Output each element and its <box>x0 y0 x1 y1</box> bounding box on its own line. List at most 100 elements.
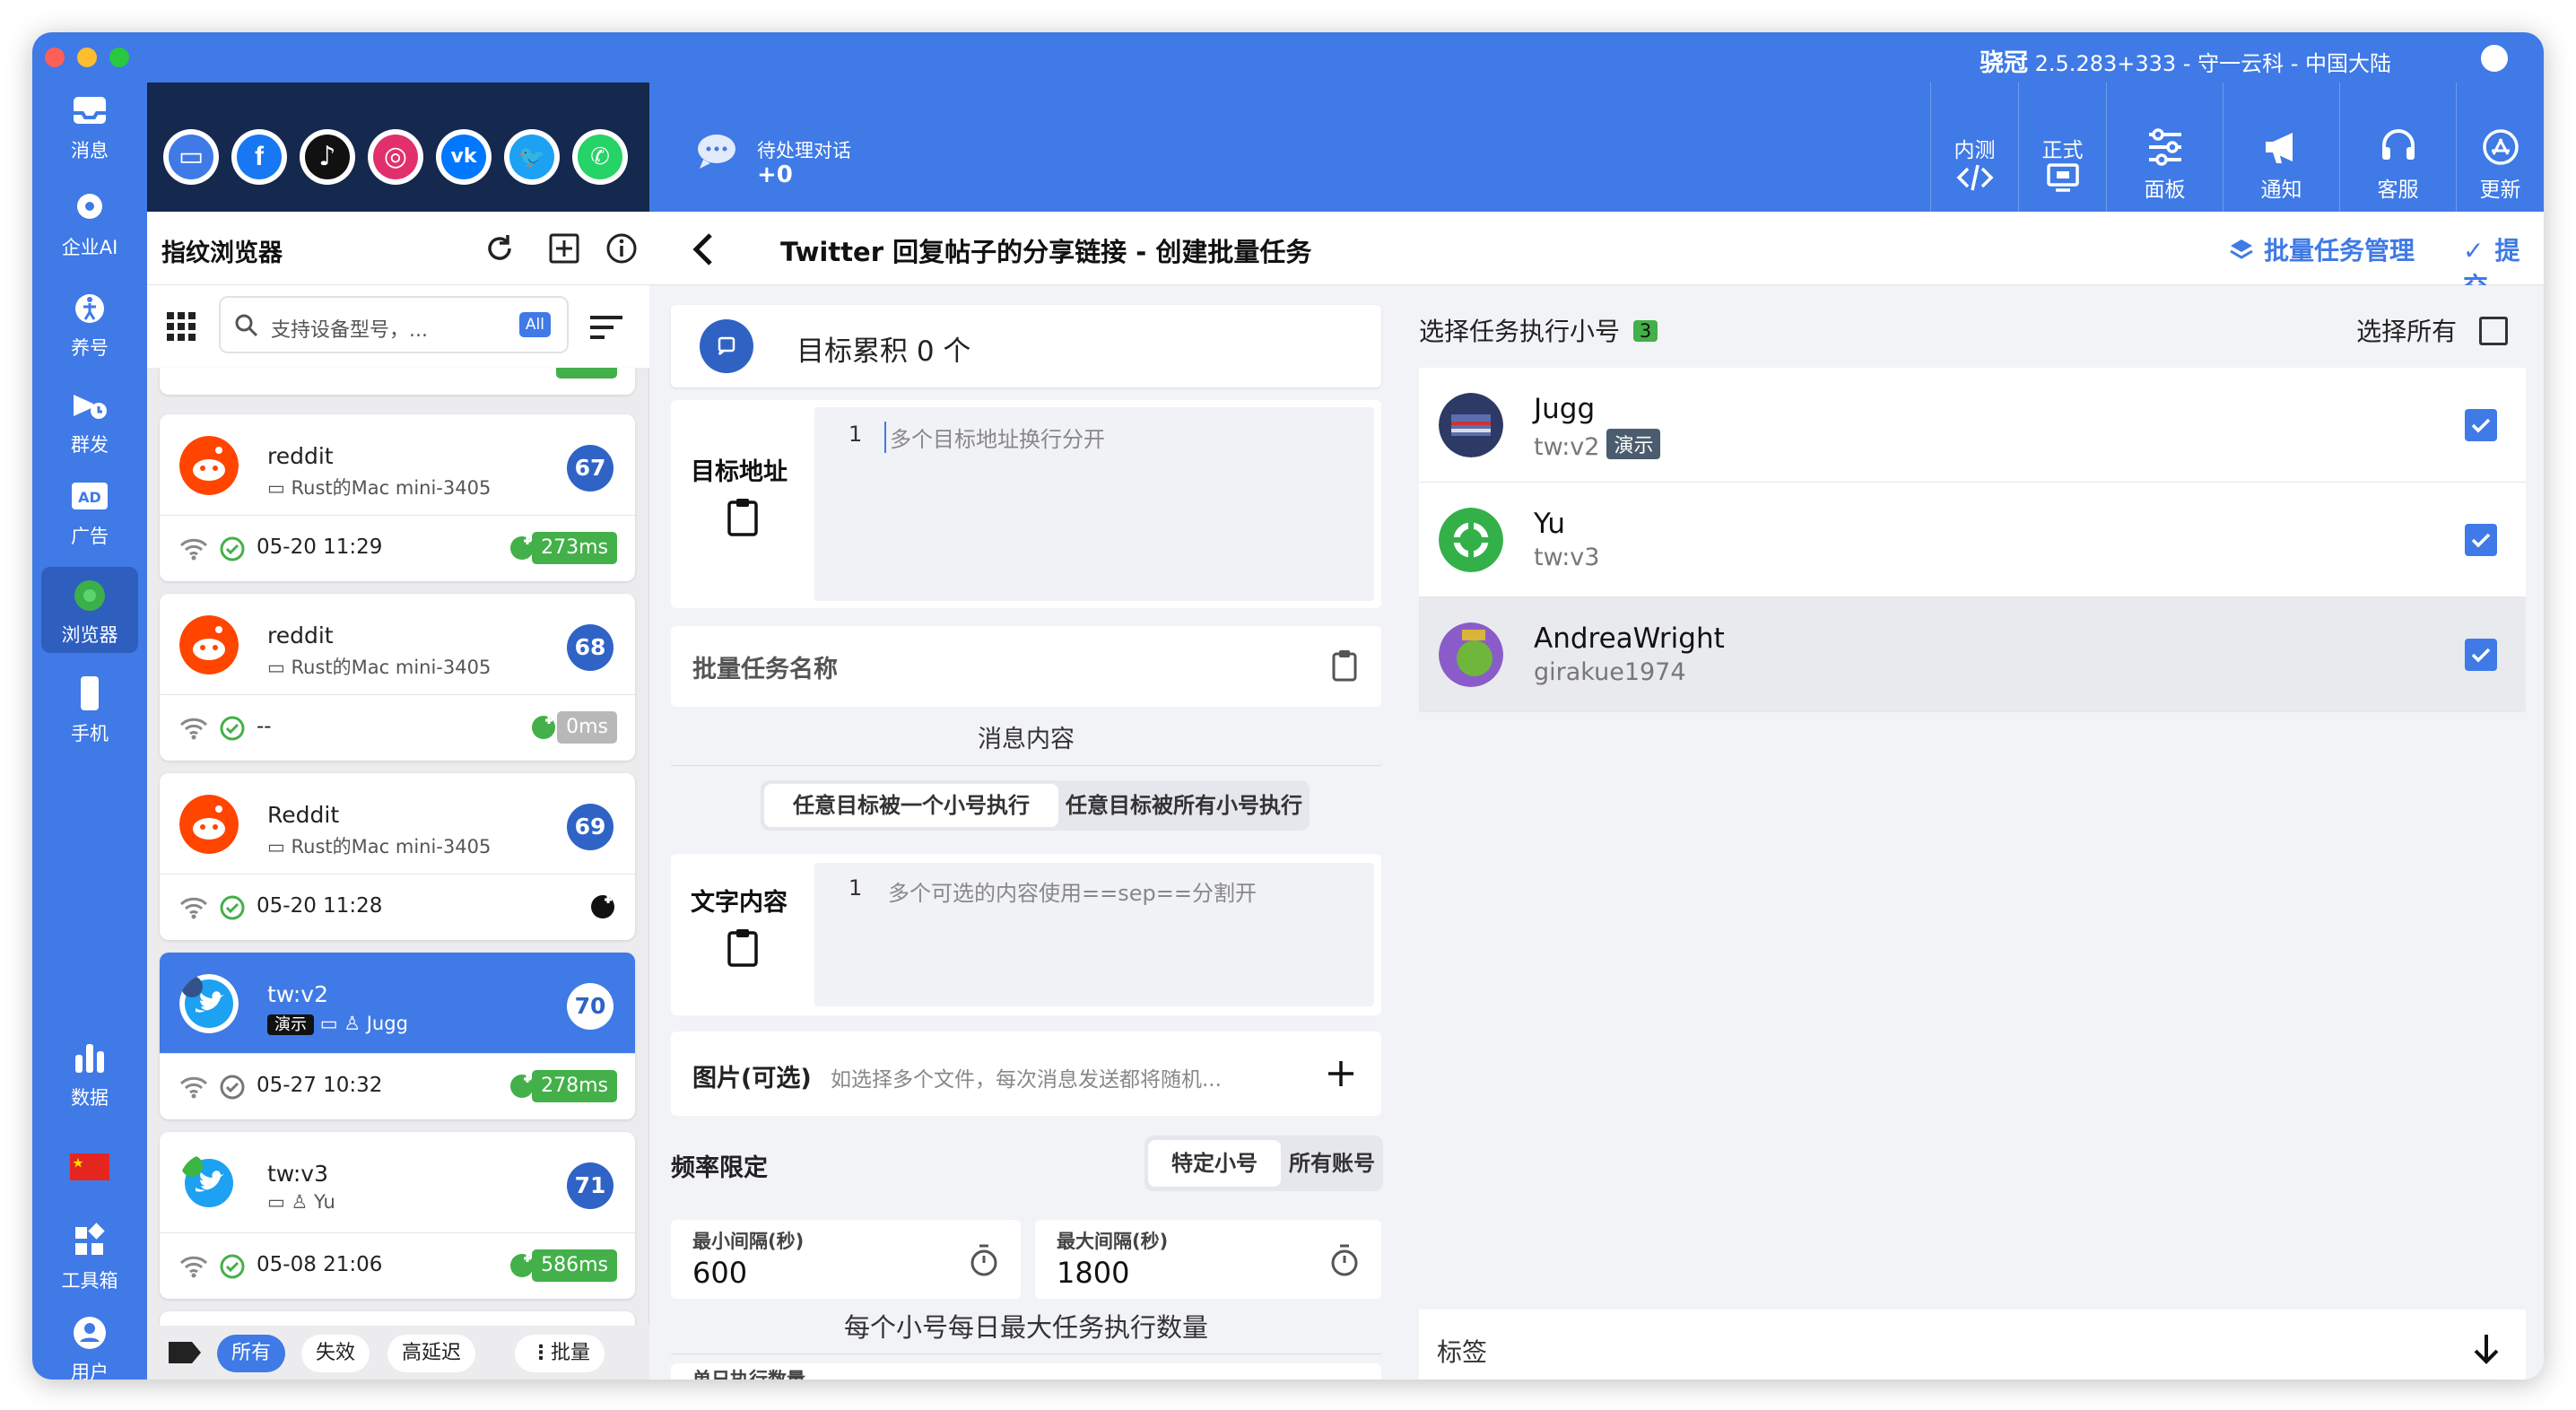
layers-icon <box>2230 239 2253 259</box>
env-prod-button[interactable]: 正式 <box>2018 83 2106 212</box>
platform-twitter-button[interactable]: 🐦 <box>504 129 560 185</box>
platform-vk-button[interactable]: vk <box>436 129 492 185</box>
account-row[interactable]: Jugg tw:v2 演示 <box>1419 368 2526 483</box>
add-icon[interactable] <box>1326 1058 1356 1089</box>
arrow-down-icon[interactable] <box>2470 1331 2502 1367</box>
tags-field[interactable]: 标签 <box>1419 1310 2526 1380</box>
platform-pc-button[interactable]: ▭ <box>163 129 219 185</box>
account-checkbox[interactable] <box>2465 524 2497 556</box>
image-upload-field[interactable]: 图片(可选) 如选择多个文件，每次消息发送都将随机... <box>671 1031 1381 1116</box>
region-flag-button[interactable] <box>41 1146 138 1197</box>
single-day-exec-label: 单日执行数量 <box>692 1369 805 1380</box>
nav-item-toolbox[interactable]: 工具箱 <box>41 1213 138 1299</box>
window-toggle[interactable] <box>2481 45 2508 72</box>
mode-one-account[interactable]: 任意目标被一个小号执行 <box>764 784 1058 827</box>
card-number-badge: 69 <box>567 804 614 850</box>
rate-specific-account[interactable]: 特定小号 <box>1148 1140 1281 1187</box>
mode-all-accounts[interactable]: 任意目标被所有小号执行 <box>1062 784 1306 827</box>
batch-name-label: 批量任务名称 <box>692 656 838 683</box>
browser-card[interactable]: Reddit ▭ Rust的Mac mini-3405 69 05-20 11:… <box>160 773 635 940</box>
clipboard-icon[interactable] <box>1331 649 1358 682</box>
search-placeholder: 支持设备型号，... <box>271 319 428 342</box>
nav-item-browser[interactable]: 浏览器 <box>41 567 138 653</box>
label-tag-icon[interactable] <box>167 1340 203 1365</box>
device-label: Rust的Mac mini-3405 <box>291 477 492 499</box>
platform-tiktok-button[interactable]: ♪ <box>300 129 355 185</box>
card-number-badge: 68 <box>567 624 614 671</box>
reddit-avatar-icon <box>179 436 239 495</box>
batch-task-manage-button[interactable]: 批量任务管理 <box>2228 231 2415 267</box>
batch-button[interactable]: ⋮ 批量 <box>515 1335 605 1372</box>
text-content-input[interactable]: 1 多个可选的内容使用==sep==分割开 <box>814 863 1374 1006</box>
assigned-user: Jugg <box>366 1013 408 1034</box>
platform-instagram-button[interactable]: ◎ <box>368 129 423 185</box>
chrome-icon <box>74 580 105 611</box>
info-icon[interactable] <box>605 231 639 265</box>
minimize-window-button[interactable] <box>77 48 97 67</box>
account-name: AndreaWright <box>1534 622 1725 655</box>
card-name: Reddit <box>267 802 340 828</box>
sort-icon[interactable] <box>588 312 624 343</box>
back-arrow-icon[interactable] <box>687 231 719 267</box>
card-name: tw:v2 <box>267 981 329 1007</box>
refresh-icon[interactable] <box>483 231 517 265</box>
notify-button[interactable]: 通知 <box>2223 83 2339 212</box>
grid-view-icon[interactable] <box>165 310 197 343</box>
megaphone-icon <box>74 395 107 419</box>
min-interval-field[interactable]: 最小间隔(秒) 600 <box>671 1220 1021 1299</box>
panel-button[interactable]: 面板 <box>2106 83 2223 212</box>
nav-item-enterprise-ai[interactable]: 企业AI <box>41 179 138 265</box>
nav-item-ads[interactable]: AD 广告 <box>41 468 138 554</box>
facebook-icon: f <box>237 135 282 179</box>
filter-high-latency[interactable]: 高延迟 <box>387 1335 476 1372</box>
zoom-window-button[interactable] <box>109 48 129 67</box>
check-icon: ✓ <box>2463 236 2485 265</box>
env-test-button[interactable]: 内测 <box>1930 83 2018 212</box>
target-address-placeholder: 多个目标地址换行分开 <box>884 422 1105 453</box>
device-search-input[interactable]: 支持设备型号，... All <box>219 296 569 353</box>
browser-card[interactable]: tw:v3 ▭ ♙ Yu 71 05-08 21:06 586ms <box>160 1132 635 1299</box>
batch-name-field[interactable]: 批量任务名称 <box>671 626 1381 707</box>
search-scope-badge[interactable]: All <box>518 312 551 337</box>
user-outline-icon: ♙ <box>291 1191 315 1213</box>
filter-all[interactable]: 所有 <box>217 1335 286 1372</box>
single-day-exec-field[interactable]: 单日执行数量 <box>671 1363 1381 1380</box>
nav-item-broadcast[interactable]: 群发 <box>41 377 138 463</box>
account-row-highlighted[interactable]: AndreaWright girakue1974 <box>1419 597 2526 712</box>
clipboard-icon[interactable] <box>727 927 759 967</box>
filter-invalid[interactable]: 失效 <box>301 1335 370 1372</box>
account-checkbox[interactable] <box>2465 639 2497 671</box>
nav-item-messages[interactable]: 消息 <box>41 83 138 169</box>
chat-bubble-icon <box>698 135 735 169</box>
notify-label: 通知 <box>2260 178 2302 202</box>
nav-item-nurture[interactable]: 养号 <box>41 280 138 366</box>
rate-all-accounts[interactable]: 所有账号 <box>1284 1140 1379 1187</box>
support-button[interactable]: 客服 <box>2339 83 2456 212</box>
browser-card-selected[interactable]: tw:v2 演示 ▭ ♙ Jugg 70 05-27 10:32 278ms <box>160 953 635 1119</box>
browser-card[interactable]: reddit ▭ Rust的Mac mini-3405 67 05-20 11:… <box>160 414 635 581</box>
china-flag-icon <box>70 1153 109 1180</box>
account-checkbox[interactable] <box>2465 409 2497 441</box>
select-all-checkbox[interactable] <box>2479 317 2508 345</box>
target-address-input[interactable]: 1 多个目标地址换行分开 <box>814 407 1374 601</box>
update-button[interactable]: 更新 <box>2456 83 2544 212</box>
account-row[interactable]: Yu tw:v3 <box>1419 483 2526 597</box>
clipboard-icon[interactable] <box>727 497 759 536</box>
add-box-icon[interactable] <box>547 231 581 265</box>
target-address-label: 目标地址 <box>691 458 788 486</box>
timer-icon <box>970 1244 997 1276</box>
pending-conversations-count: +0 <box>757 161 793 188</box>
window-title: 骁冠 2.5.283+333 - 守一云科 - 中国大陆 <box>1980 43 2391 78</box>
select-all-toggle[interactable]: 选择所有 <box>2356 312 2508 348</box>
nav-label: 手机 <box>71 723 109 744</box>
nav-item-phone[interactable]: 手机 <box>41 666 138 752</box>
nav-item-user[interactable]: 用户 <box>41 1304 138 1380</box>
close-window-button[interactable] <box>45 48 65 67</box>
nav-item-data[interactable]: 数据 <box>41 1030 138 1116</box>
max-interval-field[interactable]: 最大间隔(秒) 1800 <box>1035 1220 1381 1299</box>
last-active-time: 05-20 11:29 <box>257 535 383 559</box>
daily-max-title: 每个小号每日最大任务执行数量 <box>671 1301 1381 1354</box>
platform-whatsapp-button[interactable]: ✆ <box>572 129 628 185</box>
browser-card[interactable]: reddit ▭ Rust的Mac mini-3405 68 -- 0ms <box>160 594 635 761</box>
platform-facebook-button[interactable]: f <box>231 129 287 185</box>
